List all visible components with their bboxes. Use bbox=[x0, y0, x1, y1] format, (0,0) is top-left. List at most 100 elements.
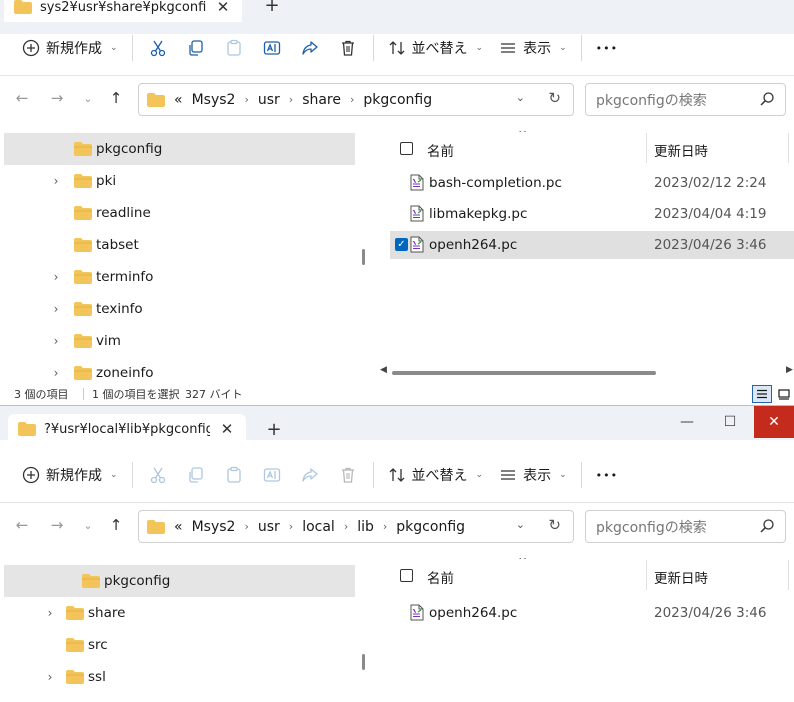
overflow-crumb[interactable]: « bbox=[174, 92, 183, 108]
nav-item-zoneinfo[interactable]: › zoneinfo bbox=[4, 357, 355, 383]
refresh-icon[interactable]: ↻ bbox=[548, 89, 561, 107]
delete-button[interactable] bbox=[329, 31, 367, 65]
nav-item-ssl[interactable]: › ssl bbox=[4, 661, 355, 693]
file-row[interactable]: ✓ openh264.pc 2023/04/26 3:46 bbox=[390, 231, 794, 259]
horizontal-scrollbar[interactable]: ◀ ▶ bbox=[378, 365, 794, 379]
nav-item-terminfo[interactable]: › terminfo bbox=[4, 261, 355, 293]
back-button[interactable]: ← bbox=[10, 513, 34, 537]
view-button[interactable]: 表示 ⌄ bbox=[491, 31, 575, 65]
copy-button[interactable] bbox=[177, 31, 215, 65]
refresh-icon[interactable]: ↻ bbox=[548, 516, 561, 534]
new-button[interactable]: 新規作成 ⌄ bbox=[14, 31, 126, 65]
row-checkbox[interactable]: ✓ bbox=[395, 238, 408, 251]
rename-button[interactable] bbox=[253, 31, 291, 65]
tab-pkgconfig-local[interactable]: ?¥usr¥local¥lib¥pkgconfig ✕ bbox=[8, 414, 246, 444]
forward-button[interactable]: → bbox=[45, 513, 69, 537]
up-button[interactable]: ↑ bbox=[104, 86, 128, 110]
nav-item-src[interactable]: src bbox=[4, 629, 355, 661]
share-button[interactable] bbox=[291, 458, 329, 492]
column-divider[interactable] bbox=[646, 133, 647, 163]
paste-button[interactable] bbox=[215, 458, 253, 492]
paste-button[interactable] bbox=[215, 31, 253, 65]
column-name[interactable]: 名前 bbox=[427, 567, 454, 587]
select-all-checkbox[interactable] bbox=[400, 569, 413, 582]
sort-button[interactable]: 並べ替え ⌄ bbox=[380, 31, 492, 65]
breadcrumb-share[interactable]: share bbox=[302, 92, 341, 108]
address-dropdown-icon[interactable]: ⌄ bbox=[516, 518, 525, 531]
column-divider[interactable] bbox=[788, 560, 789, 590]
address-bar[interactable]: « Msys2 › usr › local › lib › pkgconfig … bbox=[138, 510, 574, 543]
maximize-button[interactable]: ☐ bbox=[707, 406, 753, 438]
column-date[interactable]: 更新日時 bbox=[654, 140, 708, 160]
breadcrumb-pkgconfig[interactable]: pkgconfig bbox=[396, 519, 465, 535]
cut-button[interactable] bbox=[139, 31, 177, 65]
new-tab-button[interactable]: + bbox=[260, 416, 288, 444]
new-button[interactable]: 新規作成 ⌄ bbox=[14, 458, 126, 492]
file-row[interactable]: openh264.pc 2023/04/26 3:46 bbox=[390, 599, 794, 627]
column-name[interactable]: 名前 bbox=[427, 140, 454, 160]
view-button[interactable]: 表示 ⌄ bbox=[491, 458, 575, 492]
breadcrumb-msys2[interactable]: Msys2 bbox=[192, 92, 236, 108]
expand-chevron-icon[interactable]: › bbox=[42, 606, 58, 620]
address-bar[interactable]: « Msys2 › usr › share › pkgconfig ⌄ ↻ bbox=[138, 83, 574, 116]
nav-item-tabset[interactable]: tabset bbox=[4, 229, 355, 261]
tab-pkgconfig-share[interactable]: sys2¥usr¥share¥pkgconfig ✕ bbox=[4, 0, 242, 22]
scroll-right-icon[interactable]: ▶ bbox=[786, 365, 793, 375]
search-input[interactable]: pkgconfigの検索 bbox=[585, 510, 786, 543]
details-view-button[interactable] bbox=[752, 385, 772, 403]
nav-item-vim[interactable]: › vim bbox=[4, 325, 355, 357]
file-row[interactable]: bash-completion.pc 2023/02/12 2:24 bbox=[390, 169, 794, 197]
breadcrumb-msys2[interactable]: Msys2 bbox=[192, 519, 236, 535]
sort-button[interactable]: 並べ替え ⌄ bbox=[380, 458, 492, 492]
tiles-view-button[interactable] bbox=[774, 385, 794, 403]
nav-scrollbar[interactable] bbox=[362, 654, 365, 670]
column-divider[interactable] bbox=[646, 560, 647, 590]
share-button[interactable] bbox=[291, 31, 329, 65]
row-checkbox[interactable] bbox=[395, 176, 408, 189]
recent-locations-button[interactable]: ⌄ bbox=[76, 513, 100, 537]
nav-item-texinfo[interactable]: › texinfo bbox=[4, 293, 355, 325]
nav-scrollbar[interactable] bbox=[362, 249, 365, 265]
row-checkbox[interactable] bbox=[395, 207, 408, 220]
column-date[interactable]: 更新日時 bbox=[654, 567, 708, 587]
nav-item-pkgconfig[interactable]: pkgconfig bbox=[4, 565, 355, 597]
close-tab-button[interactable]: ✕ bbox=[218, 420, 236, 438]
expand-chevron-icon[interactable]: › bbox=[48, 302, 64, 316]
new-tab-button[interactable]: + bbox=[258, 0, 286, 20]
expand-chevron-icon[interactable]: › bbox=[48, 334, 64, 348]
close-tab-button[interactable]: ✕ bbox=[214, 0, 232, 16]
recent-locations-button[interactable]: ⌄ bbox=[76, 86, 100, 110]
select-all-checkbox[interactable] bbox=[400, 142, 413, 155]
nav-item-pki[interactable]: › pki bbox=[4, 165, 355, 197]
breadcrumb-pkgconfig[interactable]: pkgconfig bbox=[363, 92, 432, 108]
nav-item-readline[interactable]: readline bbox=[4, 197, 355, 229]
overflow-crumb[interactable]: « bbox=[174, 519, 183, 535]
expand-chevron-icon[interactable]: › bbox=[48, 366, 64, 380]
rename-button[interactable] bbox=[253, 458, 291, 492]
expand-chevron-icon[interactable]: › bbox=[48, 270, 64, 284]
file-row[interactable]: libmakepkg.pc 2023/04/04 4:19 bbox=[390, 200, 794, 228]
copy-button[interactable] bbox=[177, 458, 215, 492]
cut-button[interactable] bbox=[139, 458, 177, 492]
nav-item-pkgconfig[interactable]: pkgconfig bbox=[4, 133, 355, 165]
window-close-button[interactable]: ✕ bbox=[754, 406, 794, 438]
address-dropdown-icon[interactable]: ⌄ bbox=[516, 91, 525, 104]
breadcrumb-lib[interactable]: lib bbox=[357, 519, 374, 535]
back-button[interactable]: ← bbox=[10, 86, 34, 110]
nav-item-share[interactable]: › share bbox=[4, 597, 355, 629]
delete-button[interactable] bbox=[329, 458, 367, 492]
scroll-left-icon[interactable]: ◀ bbox=[380, 365, 387, 375]
forward-button[interactable]: → bbox=[45, 86, 69, 110]
up-button[interactable]: ↑ bbox=[104, 513, 128, 537]
minimize-button[interactable]: — bbox=[664, 406, 710, 438]
breadcrumb-usr[interactable]: usr bbox=[258, 92, 280, 108]
more-button[interactable]: ••• bbox=[588, 31, 626, 65]
more-button[interactable]: ••• bbox=[588, 458, 626, 492]
search-input[interactable]: pkgconfigの検索 bbox=[585, 83, 786, 116]
nav-item-usr[interactable]: usr bbox=[4, 693, 355, 702]
expand-chevron-icon[interactable]: › bbox=[42, 670, 58, 684]
breadcrumb-local[interactable]: local bbox=[302, 519, 335, 535]
row-checkbox[interactable] bbox=[395, 606, 408, 619]
column-divider[interactable] bbox=[788, 133, 789, 163]
expand-chevron-icon[interactable]: › bbox=[48, 174, 64, 188]
